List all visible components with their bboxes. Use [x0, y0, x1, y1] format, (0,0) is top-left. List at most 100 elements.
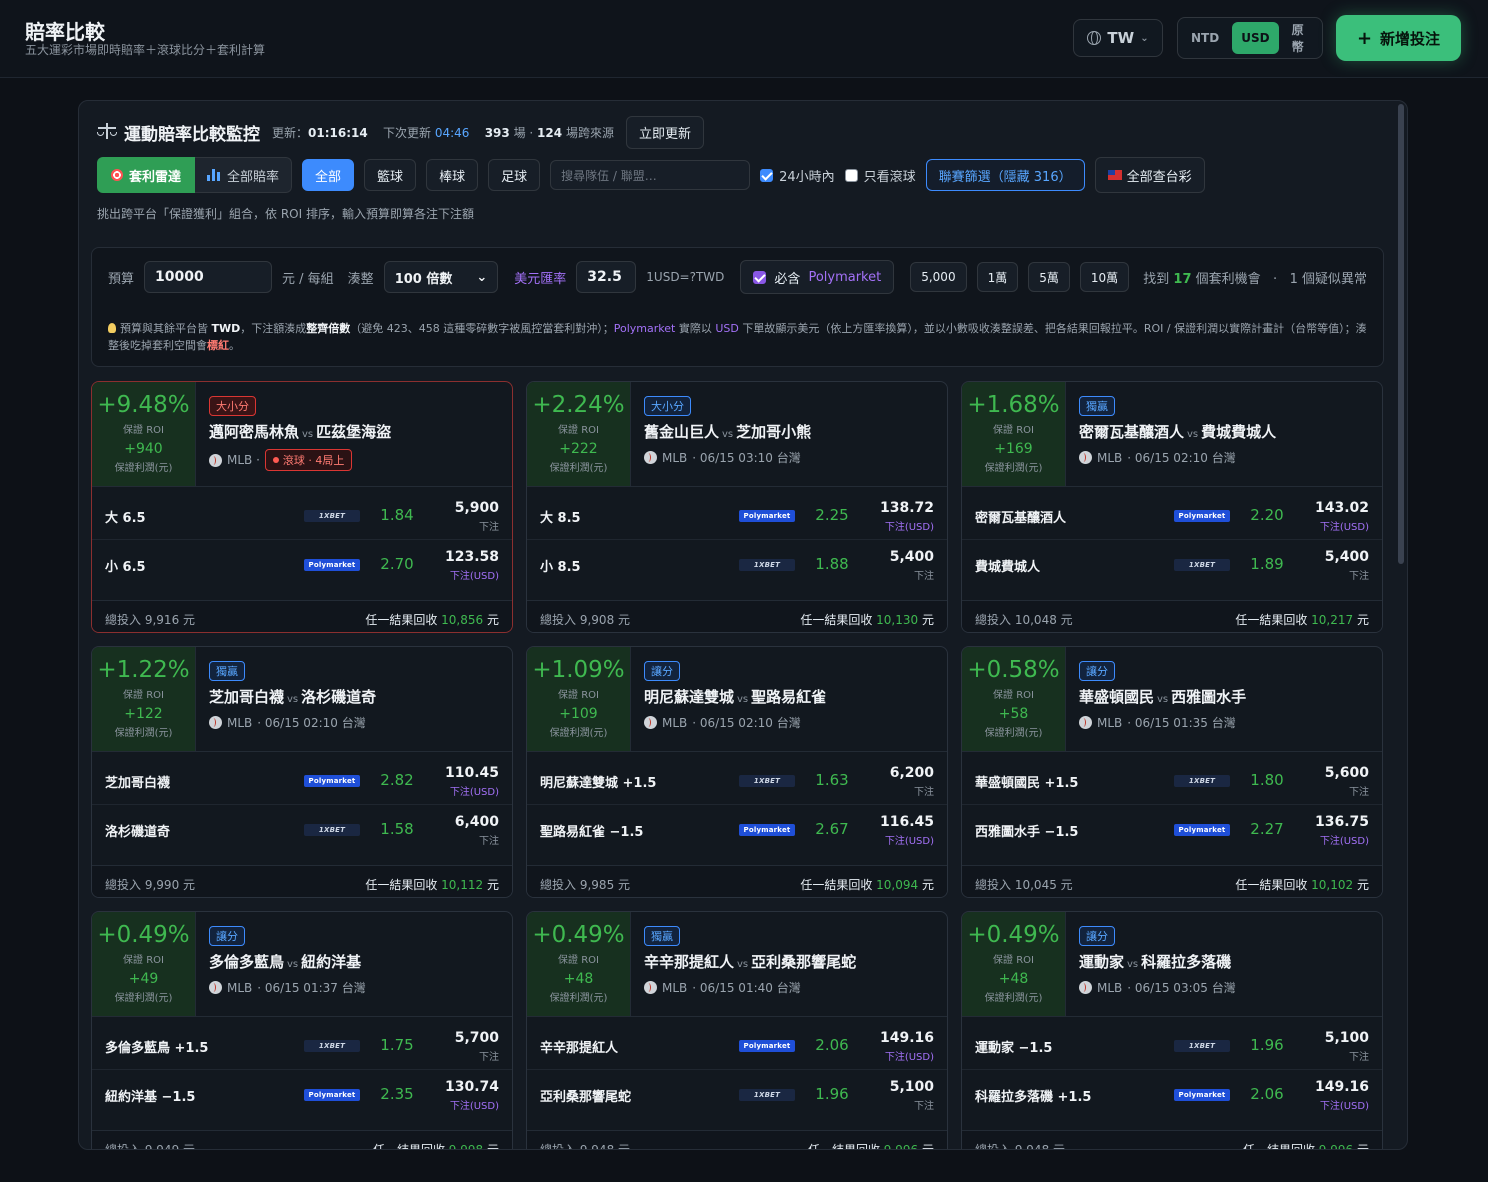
match-header: 大小分 舊金山巨人 vs 芝加哥小熊 MLB · 06/15 03:10 台灣 [644, 396, 937, 466]
guaranteed-profit-label: 保證利潤(元) [114, 993, 173, 1004]
all-odds-tab[interactable]: 全部賠率 [195, 157, 293, 193]
total-label: 總投入 [540, 878, 577, 892]
roi-percent: +1.09% [532, 657, 625, 683]
return-label: 任一結果回收 [365, 613, 438, 627]
taiwan-flag-icon [1107, 170, 1122, 180]
bet-leg[interactable]: 多倫多藍鳥 +1.5 1XBET 1.75 5,700 下注 [92, 1021, 512, 1070]
team-search-input[interactable]: 搜尋隊伍 / 聯盟… [550, 160, 751, 190]
return-label: 任一結果回收 [807, 1143, 880, 1150]
panel-title-text: 運動賠率比較監控 [124, 124, 260, 145]
total-value: 9,949 元 [144, 1143, 196, 1150]
sport-baseball-button[interactable]: 棒球 [426, 159, 479, 191]
currency-ntd[interactable]: NTD [1182, 22, 1228, 54]
return-value: 9,996 [1318, 1143, 1354, 1150]
bet-leg[interactable]: 大 8.5 Polymarket 2.25 138.72 下注(USD) [527, 491, 947, 540]
leg-selection: 辛辛那提紅人 [540, 1041, 619, 1056]
bet-leg[interactable]: 芝加哥白襪 Polymarket 2.82 110.45 下注(USD) [92, 756, 512, 805]
leg-selection: 芝加哥白襪 [105, 776, 171, 791]
match-meta: MLB · 06/15 02:10 台灣 [1079, 449, 1372, 466]
currency-original[interactable]: 原幣 [1283, 22, 1318, 54]
arbitrage-card[interactable]: +0.49% 保證 ROI +48 保證利潤(元) 讓分 運動家 vs 科羅拉多落磯… [961, 911, 1383, 1150]
bookmaker-logo: 1XBET [739, 1089, 795, 1101]
bet-leg[interactable]: 紐約洋基 −1.5 Polymarket 2.35 130.74 下注(USD) [92, 1070, 512, 1119]
divider [527, 1016, 947, 1017]
within-24h-checkbox[interactable]: 24小時內 [760, 166, 835, 185]
bet-leg[interactable]: 運動家 −1.5 1XBET 1.96 5,100 下注 [962, 1021, 1382, 1070]
live-status-text: 滾球 · 4局上 [282, 454, 345, 467]
currency-usd[interactable]: USD [1232, 22, 1279, 54]
baseball-icon [644, 451, 657, 464]
arbitrage-card[interactable]: +9.48% 保證 ROI +940 保證利潤(元) 大小分 邁阿密馬林魚 vs 匹… [91, 381, 513, 633]
amount-10k-button[interactable]: 1萬 [976, 262, 1019, 292]
match-meta: MLB · 06/15 01:40 台灣 [644, 979, 937, 996]
bet-leg[interactable]: 洛杉磯道奇 1XBET 1.58 6,400 下注 [92, 805, 512, 854]
scrollbar[interactable] [1398, 104, 1404, 564]
baseball-icon [1079, 451, 1092, 464]
card-footer: 總投入 9,949 元 任一結果回收 9,998 元 [92, 1130, 512, 1150]
return-label: 任一結果回收 [1242, 1143, 1315, 1150]
league-label: MLB [662, 715, 688, 730]
sport-basketball-button[interactable]: 籃球 [364, 159, 417, 191]
leg-odds: 2.20 [1250, 506, 1284, 524]
team-b: 科羅拉多落磯 [1141, 953, 1232, 971]
bet-leg[interactable]: 辛辛那提紅人 Polymarket 2.06 149.16 下注(USD) [527, 1021, 947, 1070]
check-taiwan-lottery-button[interactable]: 全部查台彩 [1094, 157, 1205, 193]
arbitrage-card[interactable]: +1.68% 保證 ROI +169 保證利潤(元) 獨贏 密爾瓦基釀酒人 vs 費… [961, 381, 1383, 633]
amount-50k-button[interactable]: 5萬 [1028, 262, 1070, 292]
amount-100k-button[interactable]: 10萬 [1079, 262, 1130, 292]
arbitrage-card[interactable]: +2.24% 保證 ROI +222 保證利潤(元) 大小分 舊金山巨人 vs 芝加… [526, 381, 948, 633]
guaranteed-profit: +58 [998, 706, 1029, 722]
guaranteed-profit-label: 保證利潤(元) [984, 993, 1043, 1004]
arbitrage-card[interactable]: +0.49% 保證 ROI +49 保證利潤(元) 讓分 多倫多藍鳥 vs 紐約洋基… [91, 911, 513, 1150]
amount-5000-button[interactable]: 5,000 [910, 262, 967, 292]
roi-block: +1.68% 保證 ROI +169 保證利潤(元) [962, 382, 1066, 486]
arbitrage-card[interactable]: +0.58% 保證 ROI +58 保證利潤(元) 讓分 華盛頓國民 vs 西雅圖水… [961, 646, 1383, 898]
arbitrage-card[interactable]: +0.49% 保證 ROI +48 保證利潤(元) 獨贏 辛辛那提紅人 vs 亞利桑… [526, 911, 948, 1150]
stake-amount: 138.72 [879, 500, 934, 516]
refresh-now-button[interactable]: 立即更新 [625, 115, 704, 149]
bet-leg[interactable]: 明尼蘇達雙城 +1.5 1XBET 1.63 6,200 下注 [527, 756, 947, 805]
stake-amount: 5,900 [454, 500, 499, 516]
return-value: 10,217 [1311, 613, 1354, 627]
budget-input[interactable]: 10000 [144, 261, 273, 293]
arbitrage-card[interactable]: +1.22% 保證 ROI +122 保證利潤(元) 獨贏 芝加哥白襪 vs 洛杉磯… [91, 646, 513, 898]
roi-block: +9.48% 保證 ROI +940 保證利潤(元) [92, 382, 196, 486]
bet-leg[interactable]: 小 6.5 Polymarket 2.70 123.58 下注(USD) [92, 540, 512, 589]
bet-leg[interactable]: 密爾瓦基釀酒人 Polymarket 2.20 143.02 下注(USD) [962, 491, 1382, 540]
roi-block: +2.24% 保證 ROI +222 保證利潤(元) [527, 382, 631, 486]
round-select[interactable]: 100 倍數 ⌄ [383, 261, 499, 293]
sport-all-button[interactable]: 全部 [302, 159, 355, 191]
must-include-polymarket-checkbox[interactable]: 必含 Polymarket [740, 260, 895, 294]
live-only-checkbox[interactable]: 只看滾球 [844, 166, 916, 185]
guaranteed-return: 任一結果回收 9,996 元 [807, 1141, 934, 1150]
bet-leg[interactable]: 西雅圖水手 −1.5 Polymarket 2.27 136.75 下注(USD… [962, 805, 1382, 854]
leg-odds: 1.84 [380, 506, 414, 524]
bet-leg[interactable]: 小 8.5 1XBET 1.88 5,400 下注 [527, 540, 947, 589]
fx-rate-input[interactable]: 32.5 [576, 261, 637, 293]
add-bet-button[interactable]: + 新增投注 [1336, 15, 1461, 61]
sport-soccer-button[interactable]: 足球 [488, 159, 541, 191]
bookmaker-logo: 1XBET [1174, 1040, 1230, 1052]
return-label: 任一結果回收 [800, 878, 873, 892]
return-unit: 元 [486, 878, 499, 892]
mode-toggle: 套利雷達 全部賠率 [97, 157, 293, 193]
stake-label: 下注 [914, 787, 934, 798]
arbitrage-card[interactable]: +1.09% 保證 ROI +109 保證利潤(元) 讓分 明尼蘇達雙城 vs 聖路… [526, 646, 948, 898]
match-title: 邁阿密馬林魚 vs 匹茲堡海盜 [209, 421, 502, 442]
bet-leg[interactable]: 費城費城人 1XBET 1.89 5,400 下注 [962, 540, 1382, 589]
bet-leg[interactable]: 華盛頓國民 +1.5 1XBET 1.80 5,600 下注 [962, 756, 1382, 805]
bet-leg[interactable]: 亞利桑那響尾蛇 1XBET 1.96 5,100 下注 [527, 1070, 947, 1119]
bet-leg[interactable]: 科羅拉多落磯 +1.5 Polymarket 2.06 149.16 下注(US… [962, 1070, 1382, 1119]
divider [92, 486, 512, 487]
leg-stake: 6,400 下注 [455, 814, 499, 847]
bookmaker-logo: Polymarket [739, 1040, 795, 1052]
arbitrage-radar-tab[interactable]: 套利雷達 [97, 157, 196, 193]
league-label: MLB [1097, 715, 1123, 730]
language-selector[interactable]: TW ⌄ [1073, 19, 1163, 57]
leg-odds: 2.67 [815, 820, 849, 838]
bet-leg[interactable]: 大 6.5 1XBET 1.84 5,900 下注 [92, 491, 512, 540]
match-time: · 06/15 01:35 台灣 [1127, 716, 1236, 730]
bet-leg[interactable]: 聖路易紅雀 −1.5 Polymarket 2.67 116.45 下注(USD… [527, 805, 947, 854]
leg-selection: 費城費城人 [975, 560, 1041, 575]
league-filter-button[interactable]: 聯賽篩選（隱藏 316） [925, 159, 1085, 191]
